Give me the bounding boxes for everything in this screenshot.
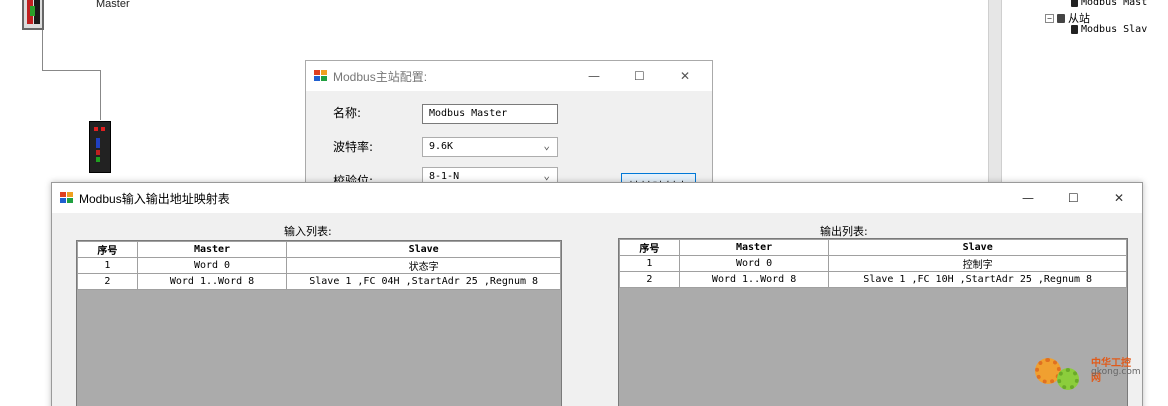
table-cell: Word 0 (136, 257, 288, 274)
table-cell: 2 (619, 271, 680, 288)
column-header[interactable]: 序号 (77, 241, 138, 258)
close-button[interactable]: ✕ (680, 69, 690, 83)
table-row[interactable]: 2 Word 1..Word 8 Slave 1 ,FC 10H ,StartA… (619, 271, 1127, 288)
minimize-button[interactable]: — (588, 69, 600, 83)
slave-device-icon[interactable] (89, 121, 111, 173)
app-icon (60, 192, 73, 204)
tree-item[interactable]: Modbus Mast (1071, 0, 1147, 8)
baud-rate-value: 9.6K (429, 141, 454, 152)
modbus-master-config-dialog: Modbus主站配置: — ☐ ✕ 名称: Modbus Master 波特率:… (305, 60, 713, 197)
output-list-caption: 输出列表: (820, 225, 868, 238)
column-header[interactable]: Slave (286, 241, 561, 258)
name-field[interactable]: Modbus Master (422, 104, 558, 124)
dialog-title-bar[interactable]: Modbus主站配置: — ☐ ✕ (306, 61, 712, 91)
table-cell: Word 1..Word 8 (136, 273, 288, 290)
device-icon (1071, 0, 1078, 7)
column-header[interactable]: Slave (828, 239, 1127, 256)
baud-rate-select[interactable]: 9.6K ⌄ (422, 137, 558, 157)
table-cell: 2 (77, 273, 138, 290)
dialog-title: Modbus主站配置: (333, 69, 428, 84)
address-mapping-window: Modbus输入输出地址映射表 — ☐ ✕ 输入列表: 序号 Master Sl… (51, 182, 1143, 406)
input-table: 序号 Master Slave 1 Word 0 状态字 2 Word 1..W… (77, 241, 561, 290)
maximize-button[interactable]: ☐ (1068, 191, 1079, 205)
table-row[interactable]: 2 Word 1..Word 8 Slave 1 ,FC 04H ,StartA… (77, 273, 561, 290)
tree-item[interactable]: Modbus Slav (1071, 24, 1147, 35)
parity-value: 8-1-N (429, 171, 460, 182)
table-row[interactable]: 1 Word 0 状态字 (77, 257, 561, 274)
app-icon (314, 70, 327, 82)
close-button[interactable]: ✕ (1114, 191, 1124, 205)
table-cell: 控制字 (828, 255, 1127, 272)
table-header: 序号 Master Slave (619, 239, 1127, 256)
window-title-bar[interactable]: Modbus输入输出地址映射表 — ☐ ✕ (52, 183, 1142, 213)
column-header[interactable]: Master (678, 239, 830, 256)
table-cell: 1 (619, 255, 680, 272)
maximize-button[interactable]: ☐ (634, 69, 645, 83)
table-header: 序号 Master Slave (77, 241, 561, 258)
output-table: 序号 Master Slave 1 Word 0 控制字 2 Word 1..W… (619, 239, 1127, 288)
baud-rate-label: 波特率: (333, 140, 374, 154)
folder-icon (1057, 13, 1065, 23)
watermark-logo: 中华工控网 gkong.com (1035, 350, 1141, 395)
connection-line (100, 70, 101, 120)
connection-line (42, 70, 100, 71)
master-device-icon[interactable] (22, 0, 44, 30)
table-cell: Slave 1 ,FC 10H ,StartAdr 25 ,Regnum 8 (828, 271, 1127, 288)
collapse-icon[interactable]: − (1045, 13, 1054, 23)
device-icon (1071, 25, 1078, 34)
table-row[interactable]: 1 Word 0 控制字 (619, 255, 1127, 272)
chevron-down-icon: ⌄ (543, 169, 550, 182)
column-header[interactable]: 序号 (619, 239, 680, 256)
name-label: 名称: (333, 106, 362, 120)
master-node-label: Master (96, 0, 130, 10)
column-header[interactable]: Master (136, 241, 288, 258)
window-title: Modbus输入输出地址映射表 (79, 191, 230, 206)
gear-icon (1057, 368, 1079, 390)
table-cell: Word 0 (678, 255, 830, 272)
minimize-button[interactable]: — (1022, 191, 1034, 205)
table-cell: 1 (77, 257, 138, 274)
connection-line (42, 30, 43, 70)
input-list-caption: 输入列表: (284, 225, 332, 238)
table-cell: 状态字 (286, 257, 561, 274)
watermark-domain: gkong.com (1091, 367, 1141, 377)
input-list-grid[interactable]: 序号 Master Slave 1 Word 0 状态字 2 Word 1..W… (76, 240, 562, 406)
tree-item-label: Modbus Slav (1081, 24, 1148, 35)
chevron-down-icon: ⌄ (543, 139, 550, 152)
table-cell: Slave 1 ,FC 04H ,StartAdr 25 ,Regnum 8 (286, 273, 561, 290)
tree-item-label: Modbus Mast (1081, 0, 1148, 8)
table-cell: Word 1..Word 8 (678, 271, 830, 288)
